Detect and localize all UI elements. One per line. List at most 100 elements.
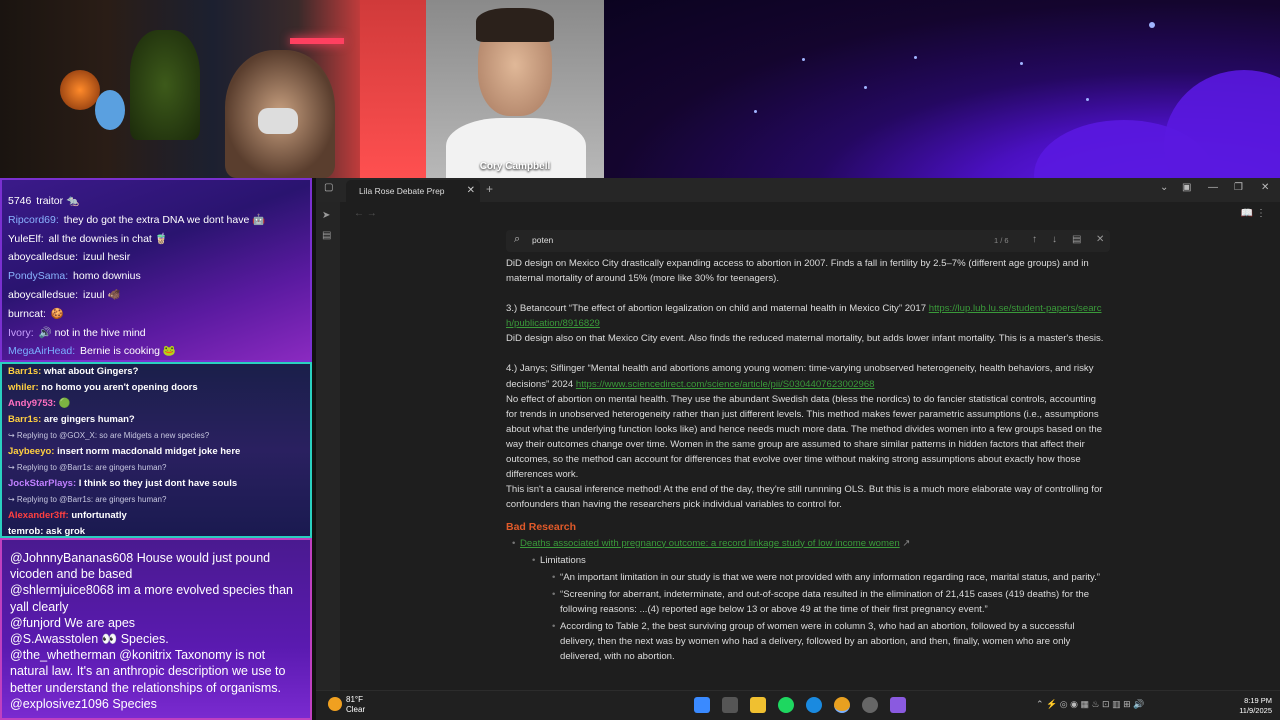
ribbon: ➤ ▤ — [316, 202, 340, 690]
layout-icon[interactable]: ▣ — [1182, 182, 1191, 193]
chat-text: what about Gingers? — [43, 366, 139, 377]
guest-name: Cory Campbell — [479, 161, 551, 172]
reply-context: ↪ Replying to @Barr1s: are gingers human… — [8, 463, 167, 472]
task-view-icon[interactable] — [722, 697, 738, 713]
chat-message: aboycalledsue: izuul 🐗 — [8, 286, 304, 305]
chat-message: @the_whetherman @konitrix Taxonomy is no… — [10, 647, 302, 696]
chat-username[interactable]: temrob: — [8, 526, 43, 536]
search-input[interactable]: poten — [532, 235, 553, 245]
chat-text: insert norm macdonald midget joke here — [57, 446, 241, 457]
chat-text: 👀 Species. — [101, 632, 169, 647]
arrow-up-icon[interactable]: ↑ — [1032, 234, 1037, 245]
chat-username[interactable]: @shlermjuice8068 — [10, 583, 114, 597]
chat-username[interactable]: MegaAirHead: — [8, 345, 75, 357]
paragraph: DiD design also on that Mexico City even… — [506, 333, 1104, 345]
sidebar-toggle-icon[interactable]: ▢ — [324, 182, 333, 193]
reading-view-icon[interactable]: 📖 ⋮ — [1241, 208, 1266, 219]
title-bar: ▢ Lila Rose Debate Prep ✕ + ⌄ ▣ — ❐ ✕ — [316, 178, 1280, 202]
chat-text: traitor 🐀 — [36, 195, 80, 207]
paragraph: No effect of abortion on mental health. … — [506, 393, 1103, 481]
chat-username[interactable]: JockStarPlays: — [8, 478, 76, 489]
chat-username[interactable]: PondySama: — [8, 270, 68, 282]
chat-text: ask grok — [46, 526, 86, 537]
study-link[interactable]: Deaths associated with pregnancy outcome… — [520, 538, 900, 549]
chat-username[interactable]: burncat: — [8, 308, 46, 320]
chat-message: JockStarPlays: I think so they just dont… — [8, 476, 304, 492]
chat-username[interactable]: Andy9753: — [8, 398, 56, 409]
spotify-icon[interactable] — [778, 697, 794, 713]
list-item: “An important limitation in our study is… — [506, 570, 1108, 585]
chat-panel-top: 5746 traitor 🐀 Ripcord69: they do got the… — [0, 178, 312, 362]
chat-username[interactable]: Ripcord69: — [8, 214, 59, 226]
file-explorer-icon[interactable] — [750, 697, 766, 713]
notes-app-window: ▢ Lila Rose Debate Prep ✕ + ⌄ ▣ — ❐ ✕ ➤ … — [316, 178, 1280, 690]
pages-icon[interactable]: ▤ — [322, 230, 331, 241]
chat-text: Bernie is cooking 🐸 — [80, 345, 176, 358]
chat-message: Barr1s: what about Gingers? — [8, 364, 304, 380]
minimize-icon[interactable]: — — [1208, 182, 1218, 193]
chat-username[interactable]: @S.Awasstolen — [10, 632, 98, 646]
list-item: “Screening for aberrant, indeterminate, … — [506, 587, 1108, 617]
chat-username[interactable]: aboycalledsue: — [8, 289, 78, 301]
edge-icon[interactable] — [806, 697, 822, 713]
citation-text: 3.) Betancourt “The effect of abortion l… — [506, 303, 929, 315]
chat-message: PondySama: homo downius — [8, 267, 304, 286]
chat-text: 🔊 not in the hive mind — [38, 326, 146, 339]
match-count: 1 / 6 — [994, 236, 1009, 245]
chat-username[interactable]: aboycalledsue: — [8, 251, 78, 263]
chevron-down-icon[interactable]: ⌄ — [1160, 182, 1168, 193]
window-close-icon[interactable]: ✕ — [1261, 182, 1269, 193]
close-icon[interactable]: ✕ — [467, 180, 475, 202]
guest-webcam: Cory Campbell — [426, 0, 604, 178]
send-icon[interactable]: ➤ — [322, 210, 330, 221]
chat-message: aboycalledsue: izuul hesir — [8, 248, 304, 267]
chat-username[interactable]: YuleElf: — [8, 233, 44, 245]
chat-username[interactable]: Barr1s: — [8, 414, 41, 425]
paragraph: 4.) Janys; Siflinger “Mental health and … — [506, 361, 1108, 391]
chat-message: Jaybeeyo: insert norm macdonald midget j… — [8, 444, 304, 460]
clock[interactable]: 8:19 PM 11/9/2025 — [1239, 696, 1272, 716]
start-icon[interactable] — [694, 697, 710, 713]
paragraph: This isn't a causal inference method! At… — [506, 484, 1103, 511]
chat-username[interactable]: Barr1s: — [8, 366, 41, 377]
tray-icons[interactable]: ⌃ ⚡ ◎ ◉ ▦ ♨ ⊡ ▥ ⊞ 🔊 — [1036, 699, 1144, 710]
tab-lila-rose-debate-prep[interactable]: Lila Rose Debate Prep ✕ — [346, 180, 480, 202]
chrome-icon[interactable] — [834, 697, 850, 713]
replace-icon[interactable]: ▤ — [1072, 234, 1081, 245]
chat-text: they do got the extra DNA we dont have 🤖 — [63, 213, 266, 226]
chat-message: MegaAirHead: Bernie is cooking 🐸 — [8, 342, 304, 361]
chat-username[interactable]: Ivory: — [8, 327, 34, 339]
star — [1086, 98, 1089, 101]
chat-text: unfortunatly — [71, 510, 127, 521]
neon-light — [290, 38, 344, 44]
chat-username[interactable]: @funjord — [10, 616, 61, 630]
nav-back-forward-icon[interactable]: ← → — [354, 208, 377, 219]
list-item: According to Table 2, the best surviving… — [506, 619, 1108, 664]
chat-username[interactable]: @explosivez1096 — [10, 697, 109, 711]
chat-username[interactable]: 5746 — [8, 195, 31, 207]
chat-message: Andy9753: 🟢 — [8, 396, 304, 412]
obs-icon[interactable] — [862, 697, 878, 713]
chat-panel-middle: Barr1s: what about Gingers? whiler: no ho… — [0, 362, 312, 538]
chat-username[interactable]: @the_whetherman — [10, 648, 116, 662]
star — [1020, 62, 1023, 65]
document-body: DiD design on Mexico City drastically ex… — [506, 256, 1108, 690]
close-search-icon[interactable]: ✕ — [1096, 234, 1104, 245]
chat-username[interactable]: Jaybeeyo: — [8, 446, 54, 457]
chat-message: @S.Awasstolen 👀 Species. — [10, 631, 302, 647]
star — [864, 86, 867, 89]
arrow-down-icon[interactable]: ↓ — [1052, 234, 1057, 245]
chat-text: izuul 🐗 — [82, 288, 121, 301]
maximize-icon[interactable]: ❐ — [1234, 182, 1243, 193]
chat-username[interactable]: @JohnnyBananas608 — [10, 551, 133, 565]
figurine — [95, 90, 125, 130]
chat-text: Species — [112, 696, 157, 711]
obsidian-icon[interactable] — [890, 697, 906, 713]
chat-username[interactable]: Alexander3ff: — [8, 510, 69, 521]
chat-username[interactable]: whiler: — [8, 382, 39, 393]
chat-message: @funjord We are apes — [10, 615, 302, 631]
new-tab-icon[interactable]: + — [486, 182, 493, 196]
chat-message: @shlermjuice8068 im a more evolved speci… — [10, 582, 302, 614]
chat-text: We are apes — [64, 615, 136, 630]
citation-link[interactable]: https://www.sciencedirect.com/science/ar… — [576, 379, 875, 390]
